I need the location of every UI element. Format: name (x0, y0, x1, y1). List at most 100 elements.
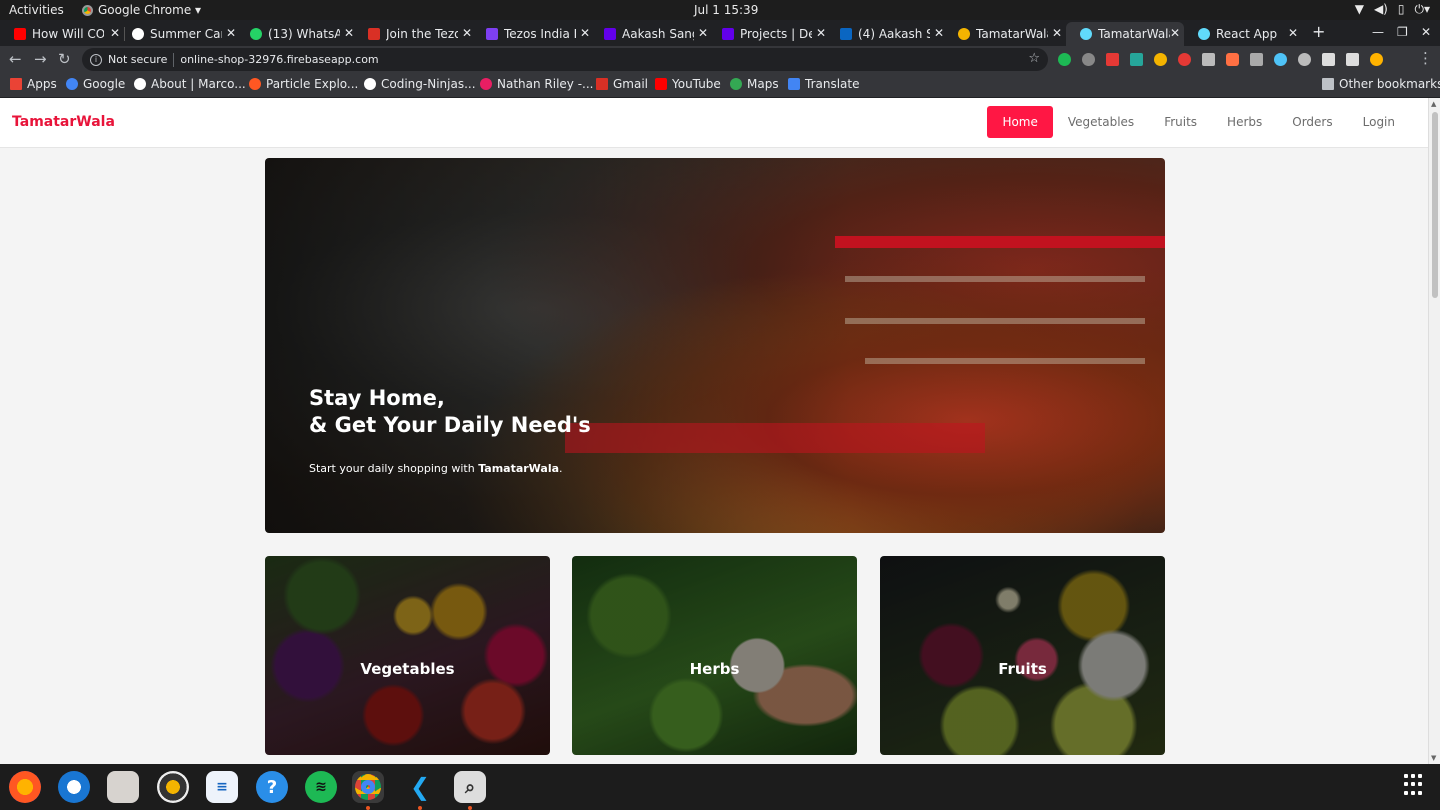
close-tab-icon[interactable]: ✕ (1052, 26, 1062, 40)
browser-tab[interactable]: How Will COV ✕ (0, 22, 124, 46)
bookmark-particle-explorer[interactable]: Particle Explo... (249, 77, 358, 91)
grammarly-extension-icon[interactable] (1058, 53, 1071, 66)
browser-tab[interactable]: Aakash Sangw ✕ (590, 22, 712, 46)
other-bookmarks[interactable]: Other bookmarks (1322, 77, 1440, 91)
browser-tab[interactable]: Summer Camp ✕ (118, 22, 240, 46)
browser-tab[interactable]: TamatarWala ✕ (944, 22, 1066, 46)
writer-icon[interactable]: ≡ (206, 771, 238, 803)
firefox-icon[interactable] (9, 771, 41, 803)
files-icon[interactable] (107, 771, 139, 803)
extension-icon[interactable] (1250, 53, 1263, 66)
bookmark-about-marco[interactable]: About | Marco... (134, 77, 246, 91)
page-scrollbar[interactable]: ▲ ▼ (1428, 98, 1440, 764)
scroll-up-arrow-icon[interactable]: ▲ (1431, 100, 1436, 108)
address-bar[interactable]: i Not secure online-shop-32976.firebasea… (82, 48, 1048, 71)
chrome-menu-icon[interactable]: ⋮ (1418, 49, 1433, 67)
google-icon (66, 78, 78, 90)
close-tab-icon[interactable]: ✕ (580, 26, 590, 40)
category-card-herbs[interactable]: Herbs (572, 556, 857, 755)
back-arrow-icon[interactable]: ← (9, 50, 22, 68)
close-tab-icon[interactable]: ✕ (698, 26, 708, 40)
tab-label: How Will COV (32, 27, 104, 41)
taskbar-dock: ≡ ? ≋ ❮ ⌕ (0, 764, 1440, 810)
site-brand-logo[interactable]: TamatarWala (12, 114, 115, 130)
browser-tab[interactable]: Tezos India Fe ✕ (472, 22, 594, 46)
bookmark-google[interactable]: Google (66, 77, 125, 91)
browser-tab[interactable]: React App ✕ (1184, 22, 1302, 46)
pocket-extension-icon[interactable] (1106, 53, 1119, 66)
reload-icon[interactable]: ↻ (58, 50, 71, 68)
bookmark-maps[interactable]: Maps (730, 77, 779, 91)
browser-tab[interactable]: Join the Tezos ✕ (354, 22, 476, 46)
close-tab-icon[interactable]: ✕ (934, 26, 944, 40)
vscode-icon[interactable]: ❮ (404, 771, 436, 803)
browser-tab[interactable]: (4) Aakash Sa ✕ (826, 22, 948, 46)
extension-icon[interactable] (1130, 53, 1143, 66)
chrome-icon[interactable] (352, 771, 384, 803)
security-status[interactable]: Not secure (108, 53, 167, 66)
bookmark-youtube[interactable]: YouTube (655, 77, 721, 91)
nav-orders[interactable]: Orders (1277, 107, 1347, 137)
system-status-area[interactable]: ▼ ◀) ▯ ⏻▾ (1355, 2, 1430, 17)
minimize-window-icon[interactable]: — (1372, 25, 1384, 39)
new-tab-icon[interactable]: + (1312, 22, 1325, 41)
extension-icon[interactable] (1298, 53, 1311, 66)
metamask-extension-icon[interactable] (1226, 53, 1239, 66)
bookmark-label: Gmail (613, 77, 649, 91)
category-card-vegetables[interactable]: Vegetables (265, 556, 550, 755)
rhythmbox-icon[interactable] (157, 771, 189, 803)
bookmark-star-icon[interactable]: ☆ (1028, 51, 1040, 66)
honey-extension-icon[interactable] (1154, 53, 1167, 66)
bookmark-coding-ninjas[interactable]: Coding-Ninjas... (364, 77, 476, 91)
bookmark-nathan-riley[interactable]: Nathan Riley -... (480, 77, 594, 91)
bookmark-gmail[interactable]: Gmail (596, 77, 648, 91)
browser-tab-active[interactable]: TamatarWala ✕ (1066, 22, 1184, 46)
restore-window-icon[interactable]: ❐ (1397, 25, 1408, 39)
scrollbar-thumb[interactable] (1432, 112, 1438, 298)
show-applications-icon[interactable] (1404, 774, 1426, 796)
browser-tab[interactable]: (13) WhatsApp ✕ (236, 22, 358, 46)
bookmark-apps[interactable]: Apps (10, 77, 57, 91)
app-menu[interactable]: Google Chrome ▾ (82, 3, 201, 17)
react-devtools-extension-icon[interactable] (1274, 53, 1287, 66)
thunderbird-icon[interactable] (58, 771, 90, 803)
bookmark-translate[interactable]: Translate (788, 77, 860, 91)
adblock-extension-icon[interactable] (1178, 53, 1191, 66)
spotify-icon[interactable]: ≋ (305, 771, 337, 803)
forward-arrow-icon[interactable]: → (34, 50, 47, 68)
browser-tab[interactable]: Projects | Dev ✕ (708, 22, 830, 46)
media-queue-icon[interactable] (1346, 53, 1359, 66)
puzzle-extensions-icon[interactable] (1322, 53, 1335, 66)
close-tab-icon[interactable]: ✕ (462, 26, 472, 40)
nav-vegetables[interactable]: Vegetables (1053, 107, 1149, 137)
clock[interactable]: Jul 1 15:39 (694, 3, 758, 17)
bookmark-label: Apps (27, 77, 57, 91)
whatsapp-favicon-icon (250, 28, 262, 40)
close-tab-icon[interactable]: ✕ (1288, 26, 1298, 40)
image-viewer-icon[interactable]: ⌕ (454, 771, 486, 803)
close-tab-icon[interactable]: ✕ (816, 26, 826, 40)
extension-icon[interactable] (1082, 53, 1095, 66)
url-text[interactable]: online-shop-32976.firebaseapp.com (180, 53, 378, 66)
tab-label: (4) Aakash Sa (858, 27, 930, 41)
nav-home[interactable]: Home (987, 106, 1053, 138)
activities-button[interactable]: Activities (9, 3, 64, 17)
hero-subtitle-prefix: Start your daily shopping with (309, 462, 479, 475)
google-favicon-icon (132, 28, 144, 40)
bookmark-label: Particle Explo... (266, 77, 359, 91)
profile-avatar[interactable] (1370, 53, 1383, 66)
scroll-down-arrow-icon[interactable]: ▼ (1431, 754, 1436, 762)
help-icon[interactable]: ? (256, 771, 288, 803)
nav-login[interactable]: Login (1348, 107, 1410, 137)
close-tab-icon[interactable]: ✕ (344, 26, 354, 40)
vue-devtools-extension-icon[interactable] (1202, 53, 1215, 66)
close-window-icon[interactable]: ✕ (1421, 25, 1431, 39)
category-card-fruits[interactable]: Fruits (880, 556, 1165, 755)
nav-fruits[interactable]: Fruits (1149, 107, 1212, 137)
close-tab-icon[interactable]: ✕ (1170, 26, 1180, 40)
close-tab-icon[interactable]: ✕ (226, 26, 236, 40)
info-icon[interactable]: i (90, 53, 102, 66)
hero-subtitle-brand: TamatarWala (478, 462, 560, 475)
site-icon (134, 78, 146, 90)
nav-herbs[interactable]: Herbs (1212, 107, 1277, 137)
